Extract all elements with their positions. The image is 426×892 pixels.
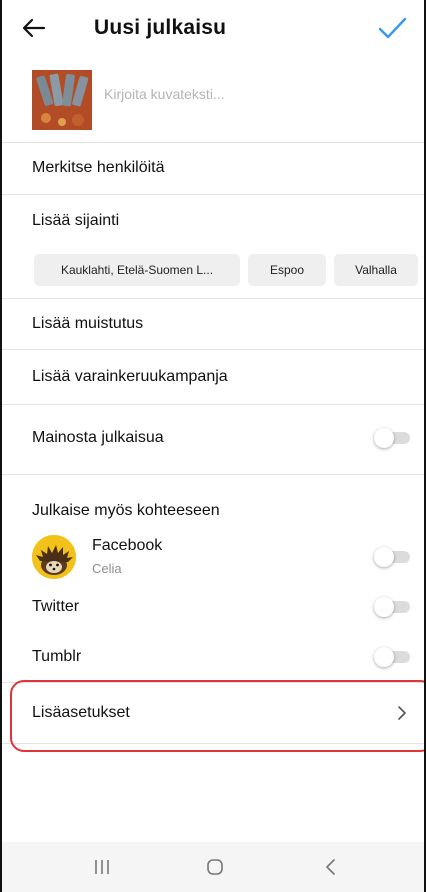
share-section-header: Julkaise myös kohteeseen <box>2 496 424 526</box>
tumblr-label: Tumblr <box>32 648 82 665</box>
twitter-label: Twitter <box>32 598 80 615</box>
caption-row <box>2 62 424 143</box>
tumblr-share-toggle[interactable] <box>374 647 410 667</box>
add-fundraiser-row[interactable]: Lisää varainkeruukampanja <box>2 350 424 404</box>
post-thumbnail <box>32 70 92 130</box>
home-icon[interactable] <box>185 842 245 892</box>
promote-post-toggle[interactable] <box>374 428 410 448</box>
tag-people-label: Merkitse henkilöitä <box>32 159 165 176</box>
add-fundraiser-label: Lisää varainkeruukampanja <box>32 368 228 385</box>
twitter-share-toggle[interactable] <box>374 597 410 617</box>
share-section-heading: Julkaise myös kohteeseen <box>32 502 220 519</box>
facebook-account-name: Celia <box>92 561 122 576</box>
location-suggestions: Kauklahti, Etelä-Suomen L... Espoo Valha… <box>2 254 424 290</box>
add-location-row[interactable]: Lisää sijainti <box>2 195 424 247</box>
promote-post-row: Mainosta julkaisua <box>2 405 424 471</box>
screen: Uusi julkaisu Merkitse henkilöitä <box>0 0 426 892</box>
divider <box>2 474 424 475</box>
back-arrow-icon[interactable] <box>20 14 48 42</box>
add-reminder-label: Lisää muistutus <box>32 315 144 332</box>
recent-apps-icon[interactable] <box>72 842 132 892</box>
checkmark-icon[interactable] <box>376 12 408 44</box>
facebook-label: Facebook <box>92 537 163 554</box>
caption-input[interactable] <box>104 86 404 102</box>
back-icon[interactable] <box>300 842 360 892</box>
location-chip[interactable]: Espoo <box>248 254 326 286</box>
location-chip[interactable]: Valhalla <box>334 254 418 286</box>
tumblr-row: Tumblr <box>2 638 424 676</box>
divider <box>2 743 424 744</box>
facebook-share-toggle[interactable] <box>374 547 410 567</box>
advanced-settings-row[interactable]: Lisäasetukset <box>2 683 424 743</box>
facebook-avatar <box>32 535 76 579</box>
chevron-right-icon <box>398 706 406 720</box>
add-location-label: Lisää sijainti <box>32 212 120 229</box>
tag-people-row[interactable]: Merkitse henkilöitä <box>2 142 424 194</box>
system-navigation-bar <box>2 842 424 892</box>
page-title: Uusi julkaisu <box>94 16 227 39</box>
promote-post-label: Mainosta julkaisua <box>32 429 164 446</box>
twitter-row: Twitter <box>2 588 424 626</box>
top-bar: Uusi julkaisu <box>2 0 424 62</box>
advanced-settings-label: Lisäasetukset <box>32 704 130 721</box>
location-chip[interactable]: Kauklahti, Etelä-Suomen L... <box>34 254 240 286</box>
add-reminder-row[interactable]: Lisää muistutus <box>2 299 424 349</box>
